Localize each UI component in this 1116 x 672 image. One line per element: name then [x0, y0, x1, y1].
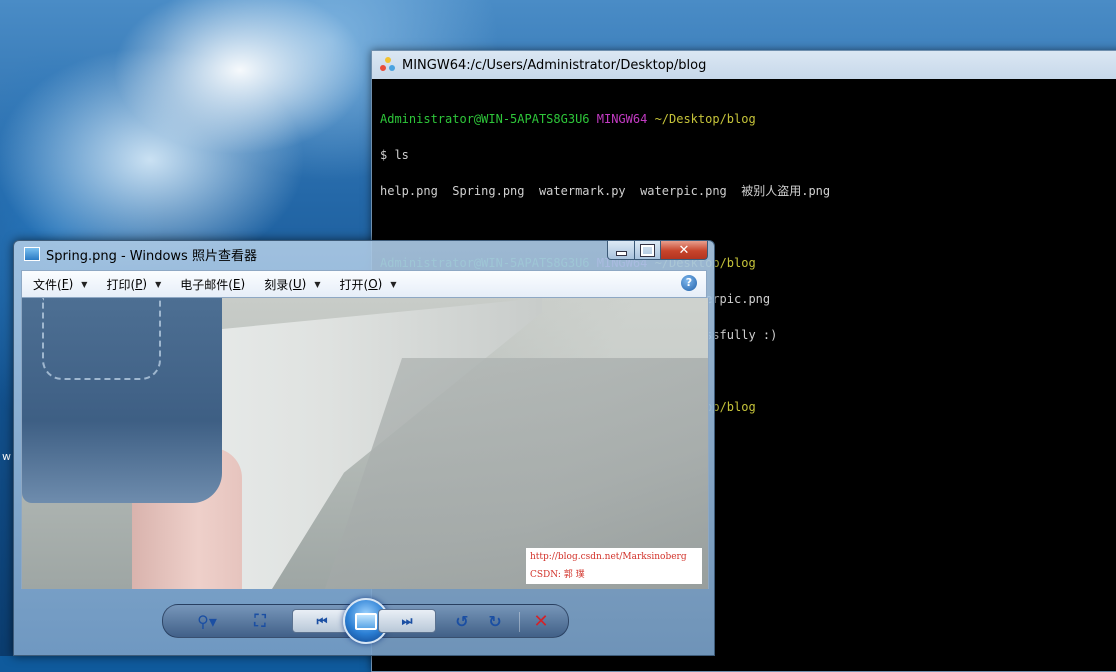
- minimize-button[interactable]: [607, 241, 635, 260]
- photo-viewer-app-icon: [24, 247, 40, 261]
- menu-label-suffix: ): [377, 277, 383, 291]
- help-icon[interactable]: ?: [681, 275, 697, 291]
- photo-jeans: [22, 298, 222, 503]
- menu-label-suffix: ): [240, 277, 246, 291]
- menu-burn[interactable]: 刻录(U) ▼: [253, 271, 328, 297]
- rotate-counterclockwise-button[interactable]: ↺: [449, 611, 475, 631]
- zoom-icon: ⚲▾: [197, 611, 217, 631]
- watermark-author: CSDN: 郭 璞: [530, 570, 585, 580]
- menu-label-suffix: ): [142, 277, 148, 291]
- desktop-icon-label[interactable]: w: [2, 450, 11, 463]
- terminal-titlebar[interactable]: MINGW64:/c/Users/Administrator/Desktop/b…: [372, 51, 1116, 79]
- menu-label-suffix: ): [68, 277, 74, 291]
- watermark-url: http://blog.csdn.net/Marksinoberg: [530, 552, 687, 562]
- rotate-clockwise-button[interactable]: ↻: [482, 611, 508, 631]
- menu-accelerator: O: [368, 277, 378, 291]
- prompt-shell: MINGW64: [596, 112, 648, 126]
- watermark-overlay: http://blog.csdn.net/Marksinoberg CSDN: …: [526, 548, 702, 584]
- maximize-icon: [640, 243, 655, 257]
- next-icon: ⏭: [401, 613, 413, 628]
- actual-size-button[interactable]: ⛶: [247, 611, 273, 631]
- viewer-menubar: 文件(F) ▼ 打印(P) ▼ 电子邮件(E) 刻录(U) ▼ 打开(O) ▼ ?: [21, 270, 707, 298]
- menu-accelerator: U: [292, 277, 302, 291]
- menu-accelerator: P: [135, 277, 143, 291]
- photo-viewer-window[interactable]: Spring.png - Windows 照片查看器 ✕ 文件(F) ▼ 打印(P…: [13, 240, 715, 656]
- rotate-cw-icon: ↻: [488, 611, 502, 631]
- menu-file[interactable]: 文件(F) ▼: [22, 271, 95, 297]
- close-button[interactable]: ✕: [661, 241, 708, 260]
- close-icon: ✕: [678, 242, 690, 258]
- menu-email[interactable]: 电子邮件(E): [169, 271, 253, 297]
- menu-accelerator: E: [232, 277, 241, 291]
- menu-label: 文件(: [33, 277, 62, 292]
- photo-pocket: [42, 298, 161, 380]
- actual-size-icon: ⛶: [254, 611, 266, 630]
- minimize-icon: [615, 250, 627, 256]
- terminal-command-output: help.png Spring.png watermark.py waterpi…: [380, 184, 831, 198]
- menu-label: 打印(: [106, 277, 136, 292]
- rotate-ccw-icon: ↺: [455, 611, 469, 631]
- prompt-path: ~/Desktop/blog: [654, 112, 756, 126]
- viewer-title: Spring.png - Windows 照片查看器: [46, 248, 257, 264]
- menu-label: 打开(: [339, 277, 369, 292]
- terminal-prompt-line: Administrator@WIN-5APATS8G3U6 MINGW64 ~/…: [380, 113, 1116, 125]
- previous-icon: ⏮: [316, 613, 328, 628]
- dropdown-arrow-icon: ▼: [155, 279, 162, 289]
- maximize-button[interactable]: [635, 241, 661, 260]
- controls-separator: [519, 612, 520, 632]
- menu-label: 刻录(: [264, 277, 293, 292]
- terminal-title: MINGW64:/c/Users/Administrator/Desktop/b…: [402, 57, 707, 73]
- dropdown-arrow-icon: ▼: [81, 279, 88, 289]
- dropdown-arrow-icon: ▼: [314, 279, 321, 289]
- photo-display[interactable]: http://blog.csdn.net/Marksinoberg CSDN: …: [21, 298, 709, 589]
- slideshow-icon: [355, 612, 377, 630]
- delete-button[interactable]: ✕: [528, 610, 554, 632]
- zoom-button[interactable]: ⚲▾: [189, 611, 225, 631]
- menu-label: 电子邮件(: [180, 277, 233, 292]
- next-button[interactable]: ⏭: [378, 609, 436, 633]
- menu-open[interactable]: 打开(O) ▼: [329, 271, 405, 297]
- viewer-controls: ⚲▾ ⛶ ⏮ ⏭ ↺ ↻ ✕: [14, 589, 714, 655]
- menu-accelerator: F: [61, 277, 69, 291]
- prompt-user-host: Administrator@WIN-5APATS8G3U6: [380, 112, 590, 126]
- delete-icon: ✕: [533, 610, 549, 632]
- git-bash-icon: [380, 57, 396, 73]
- menu-print[interactable]: 打印(P) ▼: [95, 271, 169, 297]
- dropdown-arrow-icon: ▼: [390, 279, 397, 289]
- menu-label-suffix: ): [301, 277, 307, 291]
- window-controls: ✕: [607, 241, 708, 260]
- terminal-command: $ ls: [380, 148, 409, 162]
